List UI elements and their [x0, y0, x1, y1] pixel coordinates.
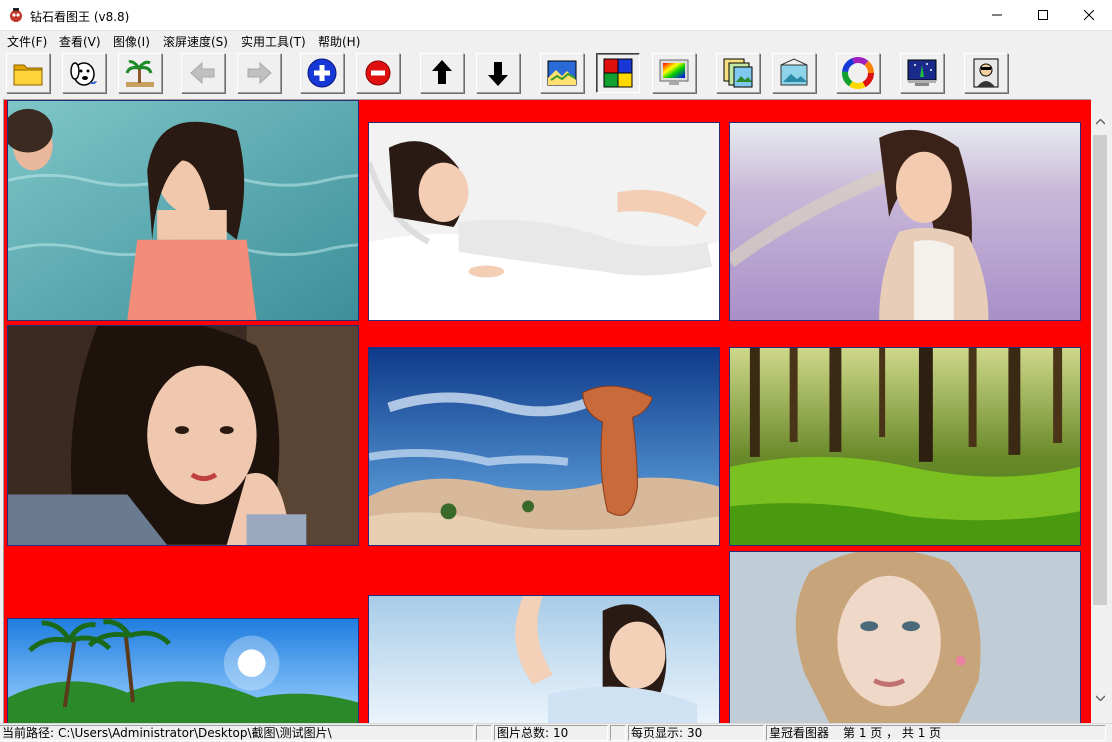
toolbar — [0, 50, 1112, 98]
window-title: 钻石看图王 (v8.8) — [30, 10, 130, 24]
dog-icon — [70, 62, 97, 86]
previous-button[interactable] — [181, 53, 225, 93]
thumbnail-image — [8, 619, 358, 723]
close-icon — [1084, 10, 1094, 20]
palm-tree-icon — [125, 60, 154, 87]
zoom-in-button[interactable] — [300, 53, 344, 93]
menu-tools[interactable]: 实用工具(T) — [241, 33, 306, 50]
close-button[interactable] — [1066, 0, 1112, 30]
thumbnail-woman-raising-arm[interactable] — [368, 595, 720, 724]
palm-tree-button[interactable] — [118, 53, 162, 93]
status-total-label: 图片总数: — [497, 726, 550, 740]
thumbnail-image — [369, 348, 719, 545]
status-total-value: 10 — [553, 726, 569, 740]
thumbnail-blonde-woman-portrait[interactable] — [729, 551, 1081, 724]
status-spacer — [610, 725, 626, 741]
chevron-up-icon — [1095, 118, 1105, 124]
menu-file[interactable]: 文件(F) — [7, 33, 47, 50]
thumbnail-image — [730, 123, 1080, 320]
thumbnail-image — [369, 596, 719, 723]
title-bar: 钻石看图王 (v8.8) — [0, 0, 1112, 31]
scroll-down-arrow[interactable] — [1091, 689, 1109, 706]
thumbnail-woman-in-lavender-field[interactable] — [729, 122, 1081, 321]
chevron-down-icon — [1095, 695, 1105, 701]
scroll-down-button[interactable] — [476, 53, 520, 93]
folder-icon — [13, 64, 43, 86]
status-total: 图片总数: 10 — [494, 725, 608, 741]
dog-button[interactable] — [62, 53, 106, 93]
thumbnail-palm-beach[interactable] — [7, 618, 359, 724]
minimize-button[interactable] — [974, 0, 1020, 30]
status-per-page-label: 每页显示: — [631, 726, 684, 740]
status-app-name: 皇冠看图器 — [769, 726, 830, 740]
status-bar: 当前路径: C:\Users\Administrator\Desktop\截图\测… — [0, 723, 1112, 742]
thumbnail-image — [8, 326, 358, 545]
portrait-button[interactable] — [964, 53, 1008, 93]
menu-bar: 文件(F) 查看(V) 图像(I) 滚屏速度(S) 实用工具(T) 帮助(H) — [0, 31, 1112, 50]
next-button[interactable] — [237, 53, 281, 93]
menu-scroll-speed[interactable]: 滚屏速度(S) — [163, 33, 228, 50]
thumbnail-image — [730, 552, 1080, 723]
arrow-down-icon — [488, 62, 508, 86]
thumbnail-grid-button[interactable] — [596, 53, 640, 93]
thumbnail-image — [730, 348, 1080, 545]
thumbnail-green-forest[interactable] — [729, 347, 1081, 546]
arrow-right-icon — [247, 61, 272, 85]
color-wheel-icon — [842, 57, 874, 89]
scroll-thumb[interactable] — [1093, 135, 1107, 605]
screen-colors-button[interactable] — [652, 53, 696, 93]
maximize-icon — [1038, 10, 1048, 20]
thumbnail-woman-in-pool[interactable] — [7, 100, 359, 321]
monitor-rainbow-icon — [659, 59, 689, 85]
status-path-value: C:\Users\Administrator\Desktop\截图\测试图片\ — [58, 726, 332, 740]
status-per-page: 每页显示: 30 — [628, 725, 764, 741]
menu-view[interactable]: 查看(V) — [59, 33, 101, 50]
image-stack-button[interactable] — [716, 53, 760, 93]
thumbnail-woman-portrait-hand-on-face[interactable] — [7, 325, 359, 546]
maximize-button[interactable] — [1020, 0, 1066, 30]
thumbnail-grid — [3, 99, 1092, 724]
zoom-out-minus-icon — [365, 60, 391, 86]
status-spacer — [476, 725, 492, 741]
wallpaper-button[interactable] — [900, 53, 944, 93]
thumbnail-image — [8, 101, 358, 320]
color-wheel-button[interactable] — [836, 53, 880, 93]
status-app-info: 皇冠看图器第 1 页 ， 共 1 页 — [766, 725, 1106, 741]
thumbnail-desert-rock-formation[interactable] — [368, 347, 720, 546]
arrow-up-icon — [432, 60, 452, 84]
menu-image[interactable]: 图像(I) — [113, 33, 150, 50]
portrait-icon — [973, 58, 999, 88]
scroll-up-button[interactable] — [420, 53, 464, 93]
status-path: 当前路径: C:\Users\Administrator\Desktop\截图\测… — [0, 725, 474, 741]
menu-help[interactable]: 帮助(H) — [318, 33, 360, 50]
photo-frame-icon — [780, 58, 808, 86]
zoom-in-plus-icon — [307, 58, 337, 88]
slideshow-button[interactable] — [540, 53, 584, 93]
minimize-icon — [992, 14, 1002, 16]
scroll-up-arrow[interactable] — [1091, 113, 1109, 130]
open-folder-button[interactable] — [6, 53, 50, 93]
desktop-wallpaper-icon — [907, 59, 937, 86]
slideshow-picture-icon — [547, 60, 577, 86]
app-logo-icon — [10, 8, 22, 22]
arrow-left-icon — [190, 61, 215, 85]
color-grid-icon — [603, 58, 633, 88]
status-path-label: 当前路径: — [2, 726, 55, 740]
status-page-info: 第 1 页 ， 共 1 页 — [843, 726, 942, 740]
status-per-page-value: 30 — [687, 726, 703, 740]
thumbnail-woman-on-white-bed[interactable] — [368, 122, 720, 321]
photo-frame-button[interactable] — [772, 53, 816, 93]
thumbnail-image — [369, 123, 719, 320]
vertical-scrollbar[interactable] — [1091, 99, 1109, 723]
zoom-out-button[interactable] — [356, 53, 400, 93]
image-stack-icon — [723, 58, 753, 88]
